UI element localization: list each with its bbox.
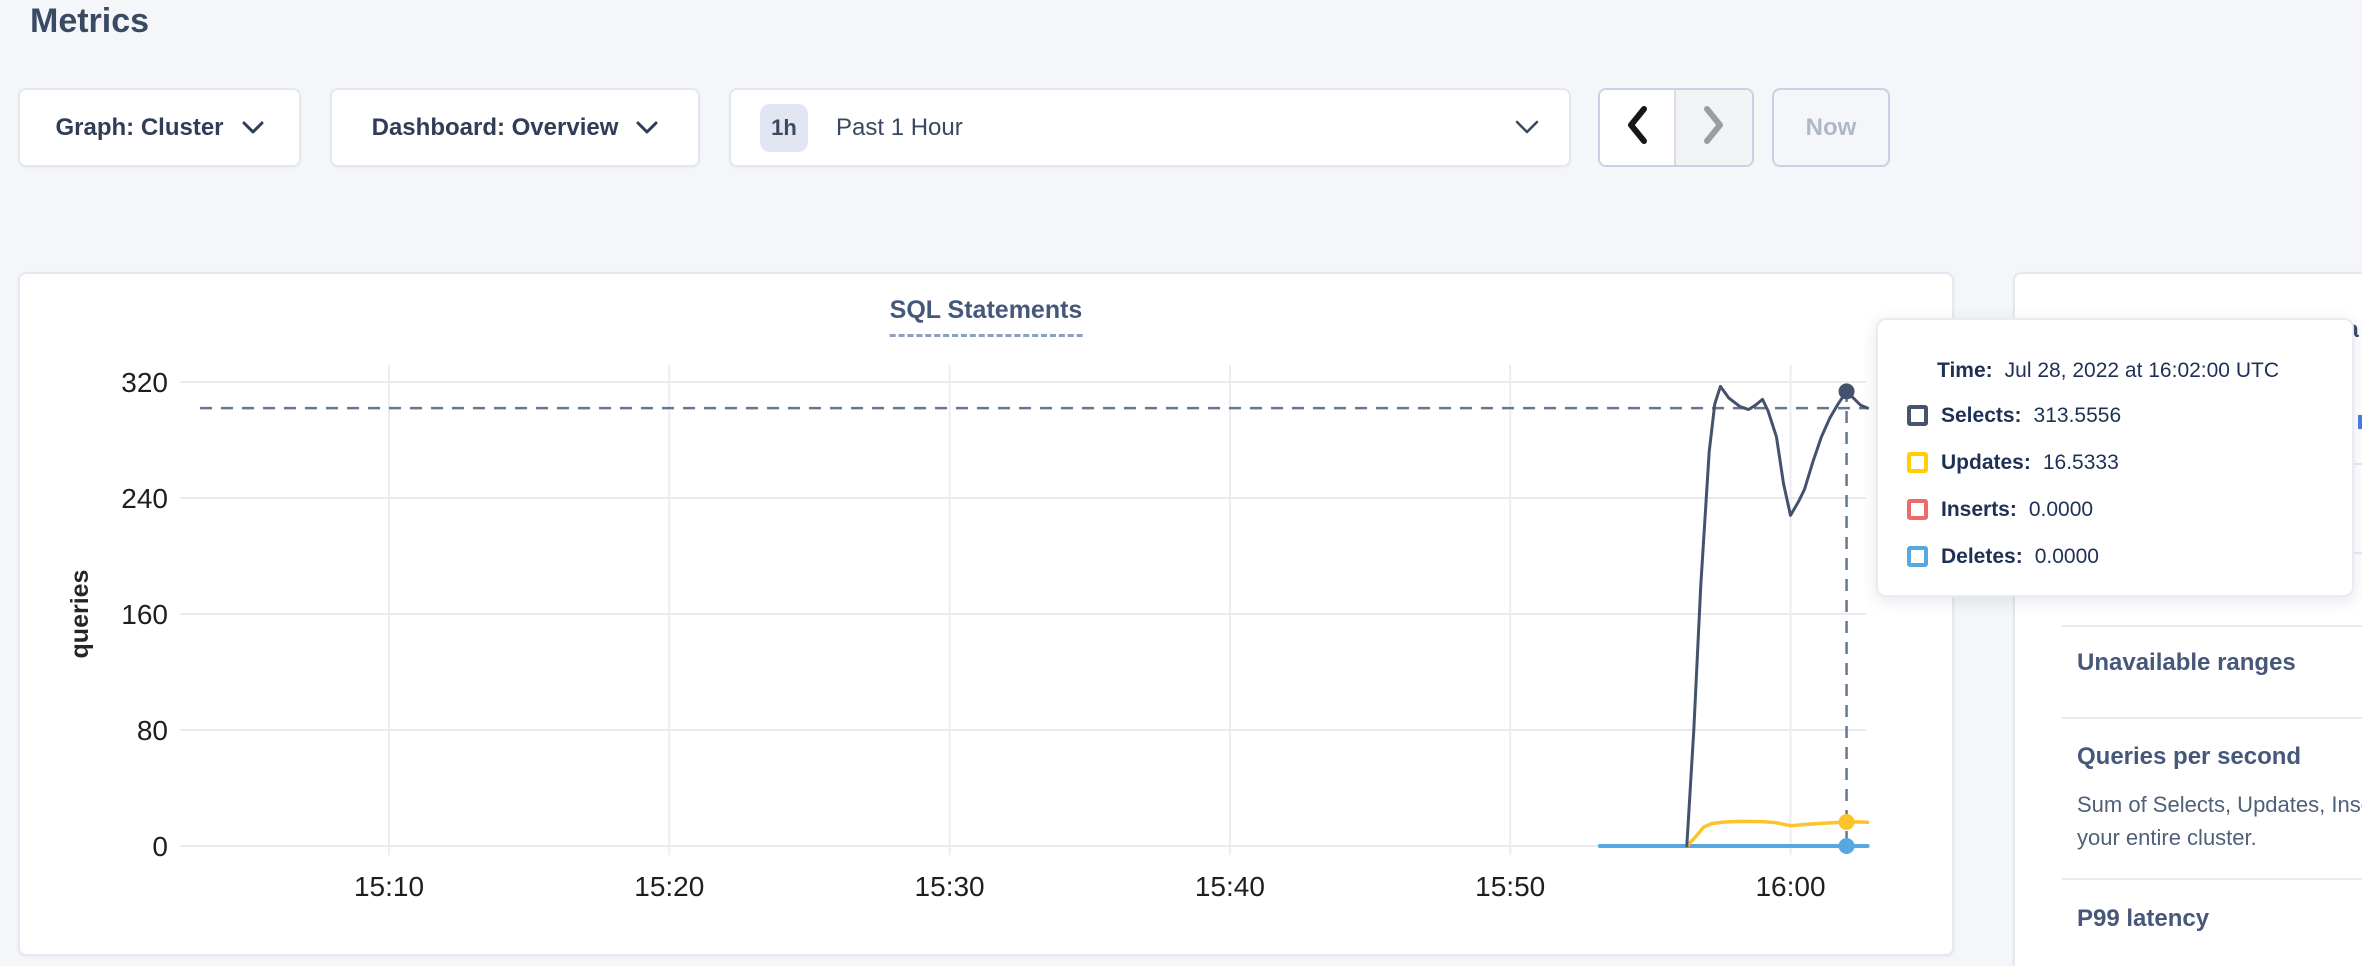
deletes-swatch-icon xyxy=(1907,546,1928,567)
tooltip-time-label: Time: xyxy=(1937,350,1993,392)
now-button[interactable]: Now xyxy=(1772,88,1890,167)
time-range-pager xyxy=(1598,88,1754,167)
graph-dropdown[interactable]: Graph: Cluster xyxy=(18,88,301,167)
selects-swatch-icon xyxy=(1907,405,1928,426)
time-range-badge: 1h xyxy=(760,104,808,152)
sql-statements-chart[interactable]: 15:10 15:20 15:30 15:40 15:50 16:00 0 80 160 240 3… xyxy=(20,274,1956,958)
tooltip-selects-value: 313.5556 xyxy=(2034,404,2122,428)
sidebar-description-queries-per-second: Sum of Selects, Updates, Inser your enti… xyxy=(2077,788,2362,854)
sidebar-heading-unavailable-ranges: Unavailable ranges xyxy=(2077,649,2296,677)
tooltip-updates-value: 16.5333 xyxy=(2043,451,2119,475)
chevron-down-icon xyxy=(242,121,264,135)
previous-range-button[interactable] xyxy=(1600,90,1676,165)
chevron-down-icon xyxy=(636,121,658,135)
svg-text:320: 320 xyxy=(121,367,168,398)
sidebar-divider xyxy=(2062,625,2362,627)
chevron-right-icon xyxy=(1702,105,1726,150)
sidebar-divider xyxy=(2062,717,2362,719)
time-range-label: Past 1 Hour xyxy=(836,114,963,142)
chart-hover-tooltip: Time: Jul 28, 2022 at 16:02:00 UTC Selec… xyxy=(1876,318,2354,597)
svg-text:160: 160 xyxy=(121,599,168,630)
svg-text:15:50: 15:50 xyxy=(1475,871,1545,902)
next-range-button[interactable] xyxy=(1676,90,1752,165)
svg-text:queries: queries xyxy=(66,570,94,659)
svg-text:15:20: 15:20 xyxy=(634,871,704,902)
tooltip-updates-label: Updates: xyxy=(1941,451,2031,475)
chevron-down-icon xyxy=(1515,120,1539,135)
time-range-dropdown[interactable]: 1h Past 1 Hour xyxy=(729,88,1571,167)
sidebar-divider xyxy=(2062,878,2362,880)
svg-text:15:40: 15:40 xyxy=(1195,871,1265,902)
sidebar-heading-p99-latency: P99 latency xyxy=(2077,905,2209,933)
tooltip-time-value: Jul 28, 2022 at 16:02:00 UTC xyxy=(2005,359,2279,383)
tooltip-inserts-value: 0.0000 xyxy=(2029,498,2093,522)
tooltip-deletes-label: Deletes: xyxy=(1941,545,2023,569)
metrics-page: { "page": { "title": "Metrics" }, "toolb… xyxy=(0,0,2362,966)
graph-dropdown-label: Graph: Cluster xyxy=(55,114,223,142)
svg-text:240: 240 xyxy=(121,483,168,514)
chevron-left-icon xyxy=(1625,105,1649,150)
updates-swatch-icon xyxy=(1907,452,1928,473)
page-title: Metrics xyxy=(30,2,149,41)
sidebar-heading-queries-per-second: Queries per second xyxy=(2077,743,2301,771)
tooltip-selects-label: Selects: xyxy=(1941,404,2022,428)
tooltip-inserts-label: Inserts: xyxy=(1941,498,2017,522)
svg-text:80: 80 xyxy=(137,715,168,746)
dashboard-dropdown-label: Dashboard: Overview xyxy=(372,114,619,142)
svg-text:15:30: 15:30 xyxy=(915,871,985,902)
dashboard-dropdown[interactable]: Dashboard: Overview xyxy=(330,88,700,167)
svg-text:0: 0 xyxy=(152,831,168,862)
svg-text:15:10: 15:10 xyxy=(354,871,424,902)
inserts-swatch-icon xyxy=(1907,499,1928,520)
clipped-blue-fragment xyxy=(2358,415,2362,429)
tooltip-deletes-value: 0.0000 xyxy=(2035,545,2099,569)
svg-text:16:00: 16:00 xyxy=(1755,871,1825,902)
sql-statements-card: SQL Statements 15:1015:2015:3015:4015:50… xyxy=(18,272,1954,956)
